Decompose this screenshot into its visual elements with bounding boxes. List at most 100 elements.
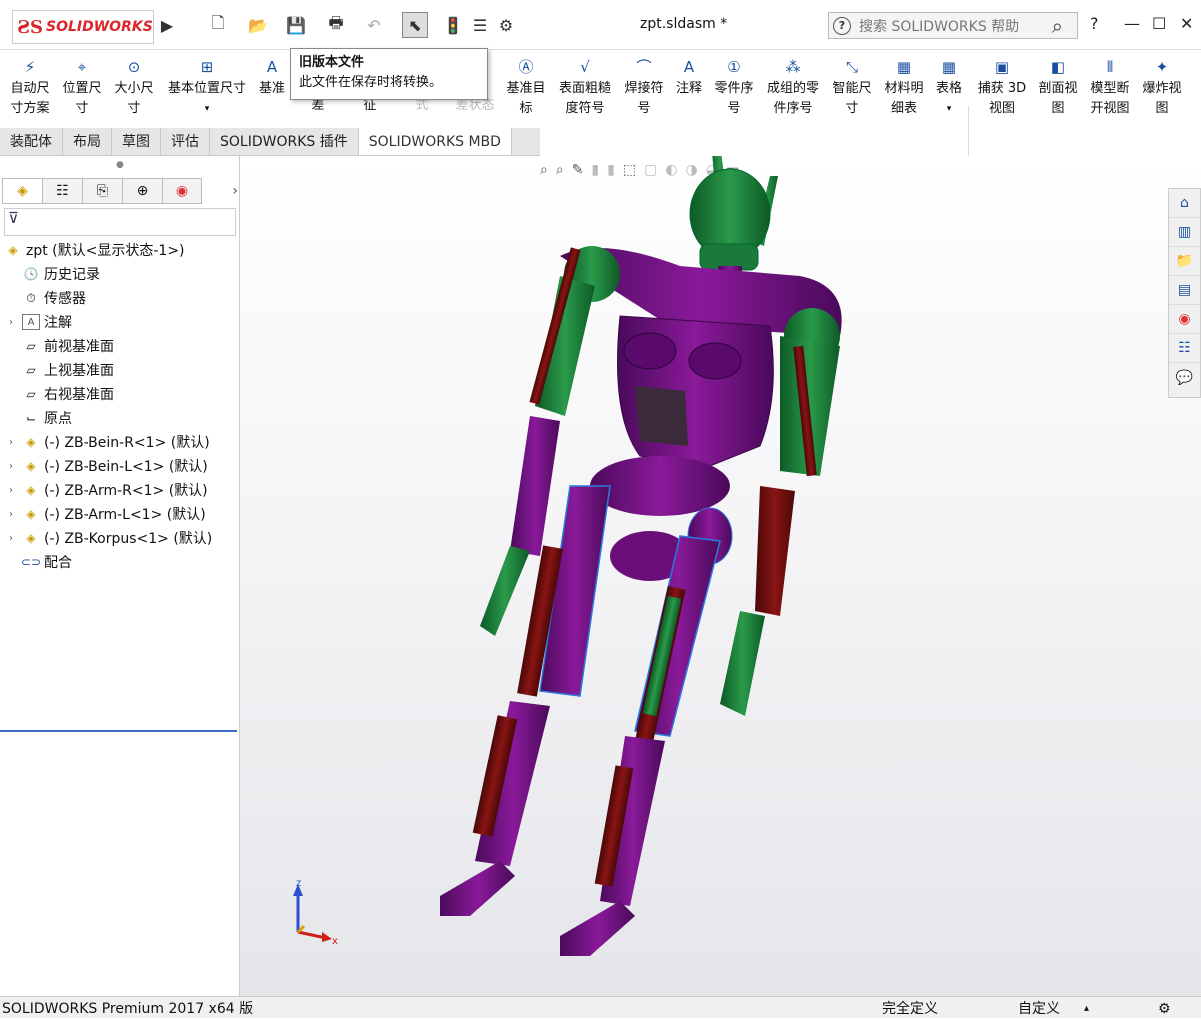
tree-item-top-plane[interactable]: ▱ 上视基准面	[4, 358, 236, 382]
search-icon[interactable]: ⌕	[1052, 14, 1063, 38]
tree-item-part[interactable]: › ◈ (-) ZB-Korpus<1> (默认)	[4, 526, 236, 550]
save-icon[interactable]: 💾	[284, 12, 308, 38]
panel-grip-icon[interactable]: ●	[116, 160, 124, 170]
ribbon-datum-target[interactable]: Ⓐ 基准目 标	[502, 56, 550, 119]
options-gear-icon[interactable]: ⚙	[494, 12, 518, 38]
ribbon-label: 焊接符 号	[624, 81, 664, 116]
tab-layout[interactable]: 布局	[63, 128, 112, 155]
feature-manager-tab-icon[interactable]: ◈	[2, 178, 42, 204]
tree-root[interactable]: ◈ zpt (默认<显示状态-1>)	[4, 238, 236, 262]
ribbon-smart-dimension[interactable]: ⤡ 智能尺 寸	[828, 56, 876, 119]
ribbon-stacked-balloon[interactable]: ⁂ 成组的零 件序号	[762, 56, 824, 119]
robot-assembly-model[interactable]	[240, 156, 1201, 996]
print-icon[interactable]: 🖶	[324, 12, 348, 38]
ribbon-weld-symbol[interactable]: ⌒ 焊接符 号	[620, 56, 668, 119]
select-cursor-icon[interactable]: ⬉	[402, 12, 428, 38]
left-forearm	[510, 416, 560, 556]
ribbon-surface-finish[interactable]: √ 表面粗糙 度符号	[554, 56, 616, 119]
solidworks-logo[interactable]: ƧS SOLIDWORKS	[12, 10, 154, 44]
maximize-button[interactable]: ☐	[1152, 14, 1166, 33]
forum-icon[interactable]: 💬	[1169, 363, 1200, 392]
basic-location-dimension-icon: ⊞	[200, 58, 214, 76]
new-document-icon[interactable]: 🗋	[206, 12, 230, 38]
ribbon-size-dimension[interactable]: ⊙ 大小尺 寸	[110, 56, 158, 119]
custom-properties-icon[interactable]: ☷	[1169, 334, 1200, 363]
ribbon-note[interactable]: A 注释	[672, 56, 706, 99]
graphics-area[interactable]: ⌕ ⌕ ✎ ▮ ▮ ⬚ ▢ ◐ ◑ ◒ ▭ ◫ ◫ — ❐ ✕	[240, 156, 1201, 996]
undo-icon[interactable]: ↶	[362, 12, 386, 38]
ribbon-label: 成组的零 件序号	[766, 81, 819, 116]
tree-item-history[interactable]: 🕓 历史记录	[4, 262, 236, 286]
rebuild-icon[interactable]: 🚦	[443, 12, 463, 38]
display-manager-tab-icon[interactable]: ◉	[162, 178, 202, 204]
dropdown-arrow-icon: ▾	[204, 104, 210, 114]
tree-filter[interactable]: ⊽	[4, 208, 236, 236]
menu-expand-icon[interactable]: ▶	[158, 12, 176, 38]
tree-item-part[interactable]: › ◈ (-) ZB-Bein-L<1> (默认)	[4, 454, 236, 478]
tree-item-part[interactable]: › ◈ (-) ZB-Arm-R<1> (默认)	[4, 478, 236, 502]
tree-item-sensors[interactable]: ⏱ 传感器	[4, 286, 236, 310]
design-library-icon[interactable]: ▥	[1169, 218, 1200, 247]
tree-item-right-plane[interactable]: ▱ 右视基准面	[4, 382, 236, 406]
expand-arrow-icon[interactable]: ›	[4, 485, 18, 496]
task-pane-bar: ⌂ ▥ 📁 ▤ ◉ ☷ 💬	[1168, 188, 1201, 398]
dimxpert-tab-icon[interactable]: ⊕	[122, 178, 162, 204]
ribbon-datum[interactable]: A 基准	[256, 56, 288, 99]
ribbon-label: 位置尺 寸	[62, 81, 102, 116]
file-explorer-icon[interactable]: 📁	[1169, 247, 1200, 276]
ribbon-basic-location-dimension[interactable]: ⊞ 基本位置尺寸 ▾	[162, 56, 252, 119]
file-properties-icon[interactable]: ☰	[470, 12, 490, 38]
minimize-button[interactable]: —	[1124, 14, 1140, 33]
ribbon-capture-3d-view[interactable]: ▣ 捕获 3D 视图	[974, 56, 1030, 119]
chevron-right-icon[interactable]: ›	[202, 178, 238, 204]
ribbon-label: 基准目 标	[506, 81, 546, 116]
tree-item-part[interactable]: › ◈ (-) ZB-Bein-R<1> (默认)	[4, 430, 236, 454]
home-icon[interactable]: ⌂	[1169, 189, 1200, 218]
ribbon-model-break-view[interactable]: ⫴ 模型断 开视图	[1086, 56, 1134, 119]
tab-sketch[interactable]: 草图	[112, 128, 161, 155]
help-button[interactable]: ?	[1090, 14, 1099, 33]
help-search-input[interactable]: ? 搜索 SOLIDWORKS 帮助 ⌕	[828, 12, 1078, 39]
close-button[interactable]: ✕	[1180, 14, 1193, 33]
status-settings-icon[interactable]: ⚙	[1158, 997, 1171, 1021]
expand-arrow-icon[interactable]: ›	[4, 317, 18, 328]
robot-pelvis	[590, 456, 730, 516]
ribbon-balloon[interactable]: ① 零件序 号	[710, 56, 758, 119]
ribbon-auto-dimension[interactable]: ⚡ 自动尺 寸方案	[6, 56, 54, 119]
tab-assembly[interactable]: 装配体	[0, 128, 63, 155]
tree-item-part[interactable]: › ◈ (-) ZB-Arm-L<1> (默认)	[4, 502, 236, 526]
smart-dimension-icon: ⤡	[845, 58, 858, 76]
expand-arrow-icon[interactable]: ›	[4, 461, 18, 472]
model-break-view-icon: ⫴	[1106, 58, 1114, 76]
status-units[interactable]: 自定义	[1018, 997, 1060, 1021]
bom-icon: ▦	[896, 58, 912, 76]
tab-mbd[interactable]: SOLIDWORKS MBD	[358, 128, 512, 155]
open-file-icon[interactable]: 📂	[246, 12, 270, 38]
left-foot	[440, 861, 515, 916]
tree-item-front-plane[interactable]: ▱ 前视基准面	[4, 334, 236, 358]
tab-evaluate[interactable]: 评估	[161, 128, 210, 155]
filter-icon[interactable]: ⊽	[8, 209, 19, 227]
ribbon-location-dimension[interactable]: ⌖ 位置尺 寸	[58, 56, 106, 119]
configuration-manager-tab-icon[interactable]: ⎘	[82, 178, 122, 204]
expand-arrow-icon[interactable]: ›	[4, 533, 18, 544]
exploded-view-icon: ✦	[1155, 58, 1169, 76]
ribbon-exploded-view[interactable]: ✦ 爆炸视 图	[1138, 56, 1186, 119]
ribbon-label: 剖面视 图	[1038, 81, 1078, 116]
units-dropdown-icon[interactable]: ▴	[1084, 997, 1089, 1021]
datum-icon: A	[266, 58, 278, 76]
tree-item-label: (-) ZB-Bein-R<1> (默认)	[44, 435, 210, 451]
ribbon-section-view[interactable]: ◧ 剖面视 图	[1034, 56, 1082, 119]
property-manager-tab-icon[interactable]: ☷	[42, 178, 82, 204]
view-palette-icon[interactable]: ▤	[1169, 276, 1200, 305]
rollback-bar[interactable]	[0, 730, 237, 732]
tree-item-annotations[interactable]: › A 注解	[4, 310, 236, 334]
expand-arrow-icon[interactable]: ›	[4, 437, 18, 448]
appearances-icon[interactable]: ◉	[1169, 305, 1200, 334]
tree-item-origin[interactable]: ⌙ 原点	[4, 406, 236, 430]
ribbon-bom[interactable]: ▦ 材料明 细表	[880, 56, 928, 119]
tab-addins[interactable]: SOLIDWORKS 插件	[210, 128, 359, 155]
expand-arrow-icon[interactable]: ›	[4, 509, 18, 520]
ribbon-table[interactable]: ▦ 表格 ▾	[932, 56, 966, 119]
tree-item-mates[interactable]: ⊂⊃ 配合	[4, 550, 236, 574]
